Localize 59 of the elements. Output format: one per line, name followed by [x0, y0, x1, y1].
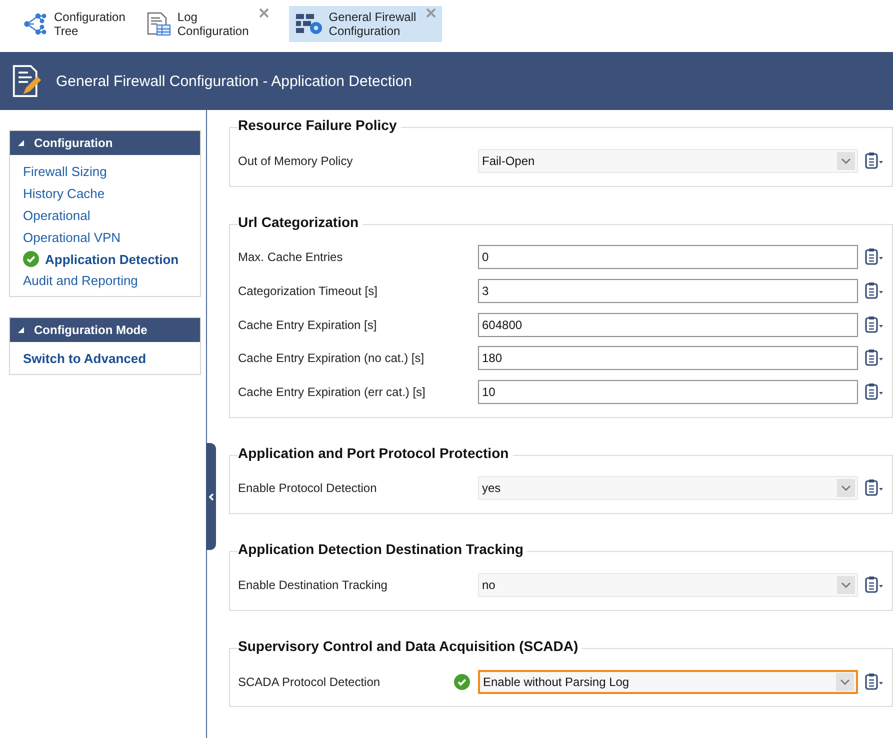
dropdown[interactable]: yes — [478, 476, 858, 500]
dropdown[interactable]: Fail-Open — [478, 148, 858, 173]
dropdown[interactable]: Enable without Parsing Log — [478, 670, 858, 694]
clipboard-menu-icon[interactable] — [864, 382, 884, 401]
group-title: Configuration Mode — [34, 322, 148, 337]
group-header[interactable]: Configuration — [10, 131, 200, 155]
chevron-down-icon[interactable] — [836, 672, 854, 691]
sidebar-link[interactable]: History Cache — [23, 182, 200, 205]
field-label: Cache Entry Expiration [s] — [238, 318, 378, 332]
chevron-down-icon[interactable] — [837, 152, 855, 170]
clipboard-menu-icon[interactable] — [864, 282, 884, 300]
group-title: Url Categorization — [238, 214, 363, 230]
clipboard-menu-icon[interactable] — [864, 576, 884, 594]
sidebar-link[interactable]: Firewall Sizing — [23, 161, 200, 183]
input-field[interactable]: 604800 — [478, 312, 858, 337]
clipboard-menu-icon[interactable] — [864, 672, 884, 691]
document-edit-icon — [12, 64, 42, 98]
group-title: Application and Port Protocol Protection — [238, 444, 513, 461]
clipboard-menu-icon[interactable] — [864, 479, 884, 498]
clipboard-menu-icon[interactable] — [864, 152, 884, 170]
sidebar-link[interactable]: Audit and Reporting — [23, 270, 200, 292]
log-document-icon — [145, 12, 174, 36]
sidebar-link[interactable]: Switch to Advanced — [23, 348, 200, 370]
group-title: Supervisory Control and Data Acquisition (SCADA) — [238, 638, 582, 654]
group-title: Application Detection Destination Tracking — [238, 541, 528, 558]
sidebar-link[interactable]: Operational — [23, 204, 200, 226]
tab[interactable]: Configuration Tree — [22, 6, 134, 42]
chevron-down-icon[interactable] — [837, 479, 855, 498]
sidebar-link[interactable]: Operational VPN — [23, 226, 200, 248]
check-icon — [23, 251, 39, 268]
field-label: Cache Entry Expiration (err cat.) [s] — [238, 384, 426, 399]
close-icon[interactable] — [258, 8, 269, 18]
group-title: Configuration — [34, 136, 113, 150]
field-label: Categorization Timeout [s] — [238, 284, 378, 298]
input-field[interactable]: 3 — [478, 278, 858, 303]
field-label: Enable Protocol Detection — [238, 481, 378, 496]
expand-icon[interactable] — [18, 140, 24, 146]
firewall-gear-icon — [294, 12, 325, 36]
page-title: General Firewall Configuration - Application Detection — [56, 72, 412, 90]
dropdown[interactable]: no — [478, 572, 858, 597]
sidebar-link[interactable]: Application Detection — [23, 248, 200, 270]
field-label: SCADA Protocol Detection — [238, 674, 382, 689]
collapse-handle[interactable] — [206, 443, 216, 550]
field-label: Cache Entry Expiration (no cat.) [s] — [238, 351, 426, 366]
input-field[interactable]: 180 — [478, 346, 858, 370]
tab[interactable]: General Firewall Configuration — [288, 6, 442, 42]
group-header[interactable]: Configuration Mode — [10, 318, 200, 342]
input-field[interactable]: 10 — [478, 380, 858, 404]
clipboard-menu-icon[interactable] — [864, 349, 884, 368]
clipboard-menu-icon[interactable] — [864, 316, 884, 334]
field-label: Enable Destination Tracking — [238, 578, 388, 592]
field-label: Max. Cache Entries — [238, 250, 344, 264]
group-title: Resource Failure Policy — [238, 117, 401, 133]
input-field[interactable]: 0 — [478, 245, 858, 270]
chevron-down-icon[interactable] — [837, 576, 855, 594]
tab[interactable]: Log Configuration — [145, 6, 277, 42]
field-label: Out of Memory Policy — [238, 154, 354, 168]
expand-icon[interactable] — [18, 326, 24, 333]
clipboard-menu-icon[interactable] — [864, 248, 884, 266]
